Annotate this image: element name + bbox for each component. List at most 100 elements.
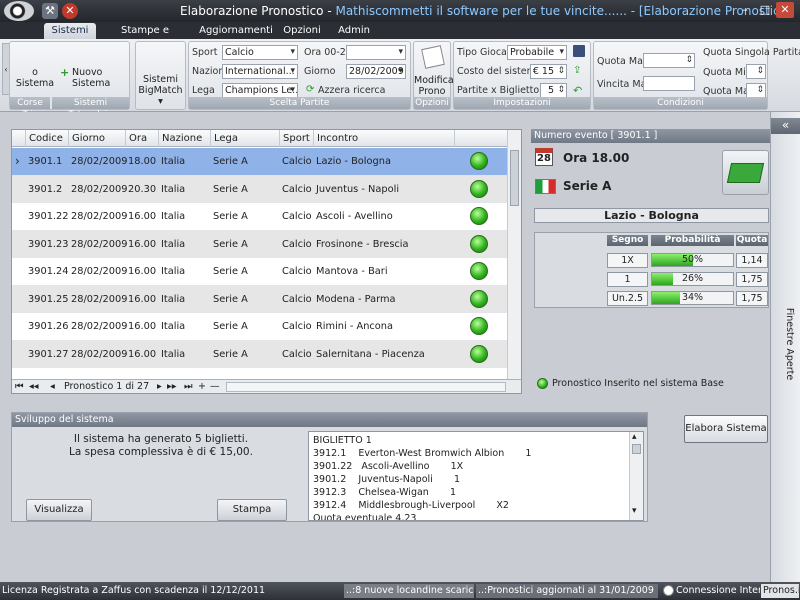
prediction-segno: 1X [607,253,648,268]
group-sistemi: o Sistema + Nuovo Sistema Corse Tris Sis… [9,41,130,120]
table-row[interactable]: 3901.22 28/02/2009 16.00 Italia Serie A Calci… [12,203,507,231]
tab-opzioni[interactable]: Opzioni [280,23,324,39]
nav-next-page-icon[interactable]: ▸▸ [167,381,177,392]
calendar-icon: 28 [535,148,553,166]
group-condizioni: Quota Max Vincita Max Quota Singola Part… [593,41,800,110]
cell-lega: Serie A [213,238,248,250]
ticket-list[interactable]: BIGLIETTO 1 3912.1 Everton-West Bromwich … [308,431,644,521]
grid-vertical-scrollbar[interactable] [507,130,521,379]
group-bigmatch: Sistemi BigMatch ▾ [135,41,186,110]
quota-max-stepper[interactable] [643,53,695,68]
group-label-sistemi-totocalcio: Sistemi Totocalcio [52,97,129,120]
ribbon-tabs: Sistemi Stampe e Locandine Aggiornamenti… [0,22,800,52]
scroll-up-icon[interactable]: ▴ [632,432,637,442]
quota-min-stepper[interactable] [746,64,766,79]
giorno-datepicker[interactable]: 28/02/2009 [346,64,406,79]
nav-prev-page-icon[interactable]: ◂◂ [29,381,39,392]
partite-biglietto-stepper[interactable]: 5 [540,83,567,98]
cell-codice: 3901.26 [28,321,69,332]
sport-select[interactable]: Calcio [222,45,298,60]
vincita-max-input[interactable] [643,76,695,91]
nav-first-icon[interactable]: ⏮ [15,381,24,392]
undo-icon[interactable]: ↶ [573,84,582,97]
field-button[interactable] [722,150,769,195]
nav-next-icon[interactable]: ▸ [157,381,162,392]
ticket-scroll-thumb[interactable] [632,444,641,454]
modifica-prono-button[interactable]: Modifica Prono [414,75,454,97]
cell-giorno: 28/02/2009 [71,348,128,360]
table-row[interactable]: 3901.27 28/02/2009 16.00 Italia Serie A Calci… [12,340,507,368]
matches-grid: Codice Giorno Ora Nazione Lega Sport Inc… [11,129,522,394]
ticket-line: Quota eventuale 4,23 [313,513,417,521]
scroll-down-icon[interactable]: ▾ [632,506,637,516]
tools-icon[interactable]: ⚒ [42,3,58,19]
col-nazione[interactable]: Nazione [158,130,210,147]
import-icon[interactable]: ⇪ [573,65,581,76]
status-ball-icon [470,262,488,280]
table-row[interactable]: 3901.26 28/02/2009 16.00 Italia Serie A Calci… [12,313,507,341]
status-site[interactable]: Pronos.it [761,584,799,598]
table-row[interactable]: 3901.25 28/02/2009 16.00 Italia Serie A Calci… [12,285,507,313]
col-codice[interactable]: Codice [25,130,68,147]
nav-remove-icon[interactable]: — [210,381,220,392]
sistemi-bigmatch-button[interactable]: Sistemi BigMatch ▾ [136,74,185,107]
col-incontro[interactable]: Incontro [313,130,454,147]
table-row[interactable]: 3901.2 28/02/2009 20.30 Italia Serie A Calcio… [12,175,507,203]
elabora-sistema-button[interactable]: Elabora Sistema [684,415,768,443]
ora-label: Ora 00-24 [304,47,352,58]
col-lega[interactable]: Lega [210,130,279,147]
sistema-button[interactable]: o Sistema [12,67,58,89]
cell-nazione: Italia [161,156,186,167]
grid-horizontal-scrollbar[interactable] [226,382,506,392]
cell-codice: 3901.24 [28,266,69,277]
bigmatch-line1: Sistemi [142,74,179,85]
nazioni-select[interactable]: International... [222,64,298,79]
tab-admin[interactable]: Admin [332,23,376,39]
ticket-lines: BIGLIETTO 1 3912.1 Everton-West Bromwich … [309,434,629,521]
cell-lega: Serie A [213,266,248,277]
save-icon[interactable] [573,45,585,57]
visualizza-button[interactable]: Visualizza [26,499,92,521]
stampa-button[interactable]: Stampa [217,499,287,521]
probability-bar: 26% [651,272,734,286]
finestre-aperte-label[interactable]: Finestre Aperte [781,299,795,389]
row-marker [12,203,25,230]
nuovo-sistema-button[interactable]: Nuovo Sistema [72,67,130,89]
azzera-ricerca-button[interactable]: Azzera ricerca [318,85,385,96]
app-logo-icon[interactable] [4,1,34,21]
summary-cost: La spesa complessiva è di € 15,00. [69,446,253,458]
cell-nazione: Italia [161,266,186,277]
event-league: Serie A [563,179,612,193]
quota-max-singola-stepper[interactable] [746,83,766,98]
ticket-scrollbar[interactable]: ▴ ▾ [629,432,643,520]
minimize-button[interactable]: – [736,2,754,18]
table-row[interactable]: › 3901.1 28/02/2009 18.00 Italia Serie A Calci… [12,148,507,176]
nav-prev-icon[interactable]: ◂ [50,381,55,392]
col-ora[interactable]: Ora [125,130,158,147]
prediction-quota: 1,14 [736,253,768,268]
tab-stampe-locandine[interactable]: Stampe e Locandine [100,23,190,52]
maximize-button[interactable]: □ [756,2,774,18]
col-giorno[interactable]: Giorno [68,130,125,147]
close-button[interactable]: ✕ [776,2,794,18]
grid-scroll-thumb[interactable] [510,150,519,206]
ora-select[interactable] [346,45,406,60]
nav-last-icon[interactable]: ⏭ [184,381,193,392]
quick-close-icon[interactable]: ✕ [62,3,78,19]
lega-select[interactable]: Champions Le... [222,83,298,98]
table-row[interactable]: 3901.24 28/02/2009 16.00 Italia Serie A Calci… [12,258,507,286]
status-locandine: ..:8 nuove locandine scaricate:. [344,584,474,598]
ticket-line: 3912.3 Chelsea-Wigan 1 [313,487,456,498]
tipo-giocata-select[interactable]: Probabile [507,45,567,60]
probability-bar: 50% [651,253,734,267]
ribbon: ‹ o Sistema + Nuovo Sistema Corse Tris S… [0,39,800,120]
status-pronostici: ..:Pronostici aggiornati al 31/01/2009 1… [476,584,658,598]
group-label-corse-tris: Corse Tris [10,97,50,120]
col-sport[interactable]: Sport [279,130,313,147]
nav-add-icon[interactable]: + [198,381,206,392]
tab-sistemi[interactable]: Sistemi [44,23,96,39]
costo-sistema-stepper[interactable]: € 15 [530,64,567,79]
table-row[interactable]: 3901.23 28/02/2009 16.00 Italia Serie A Calci… [12,230,507,258]
collapse-icon[interactable]: « [771,118,800,134]
tab-aggiornamenti[interactable]: Aggiornamenti [196,23,276,39]
